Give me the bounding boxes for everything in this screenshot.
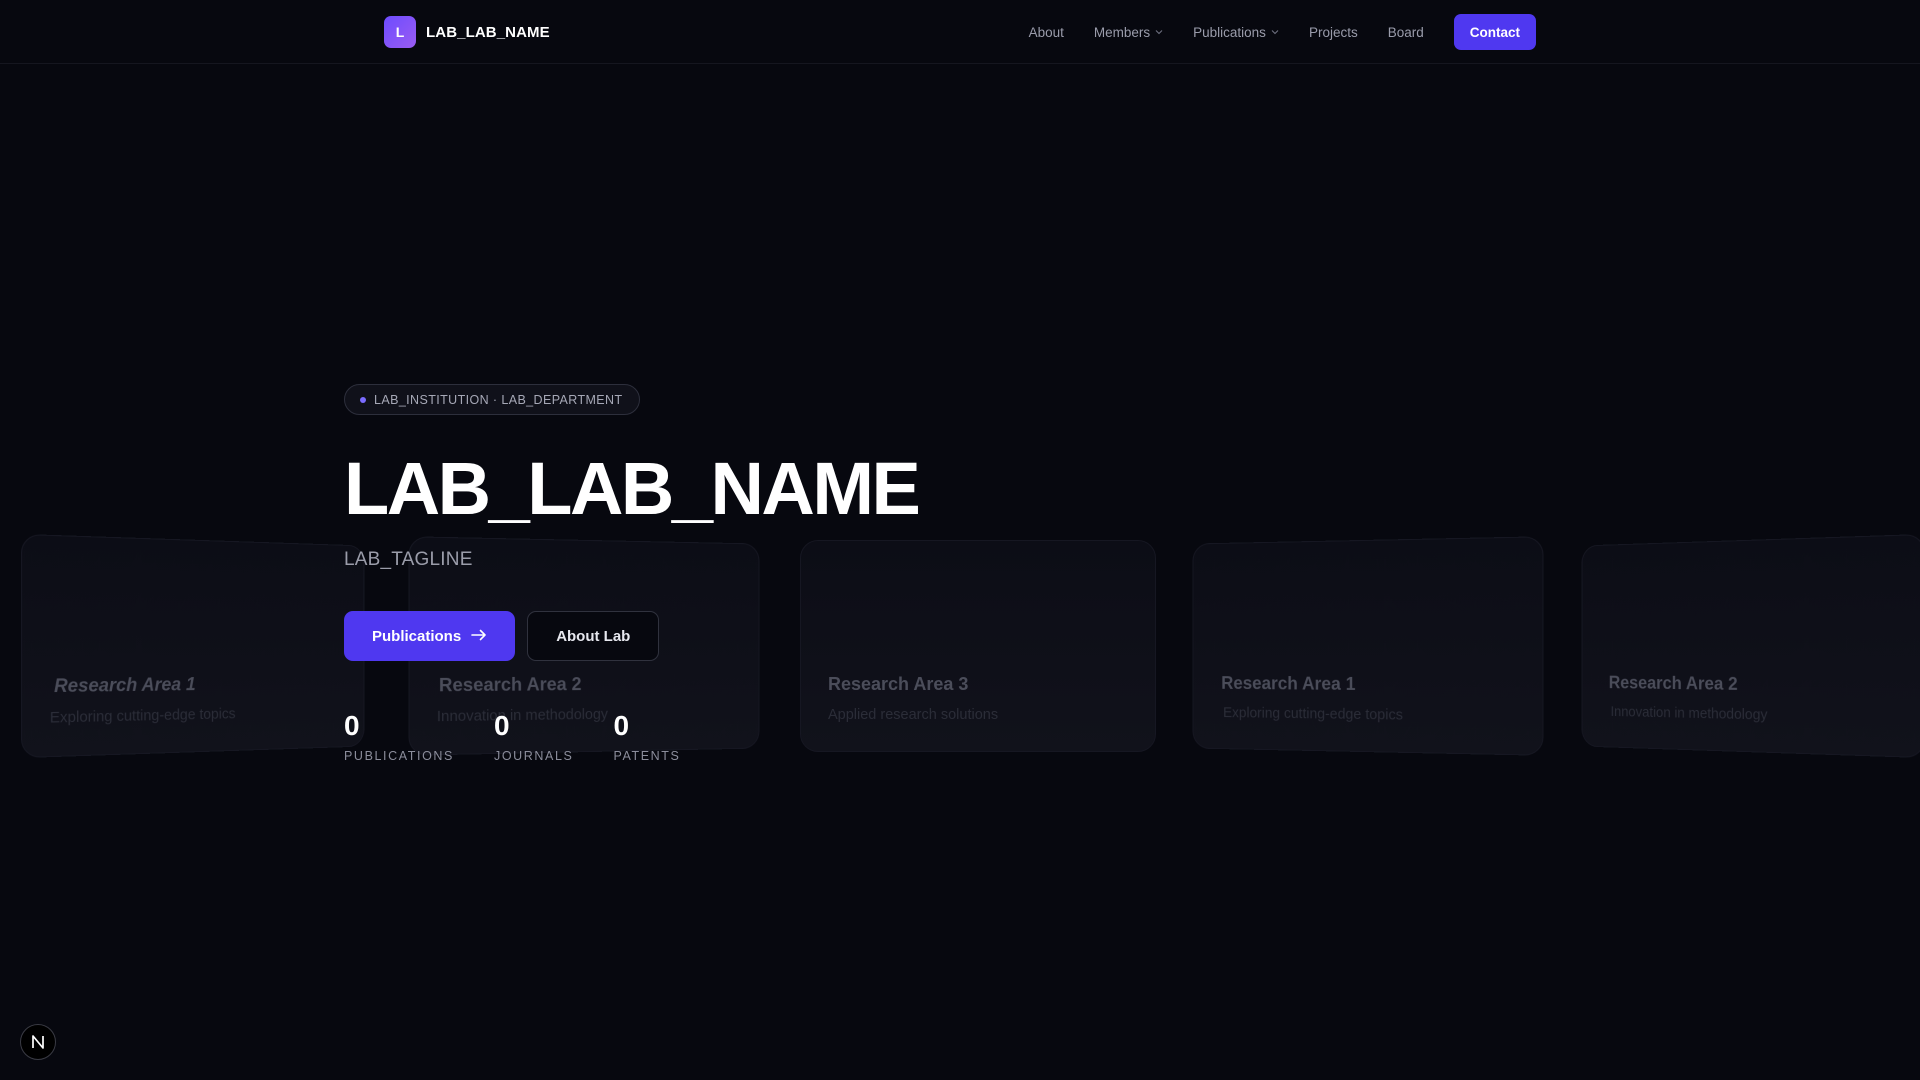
about-lab-button[interactable]: About Lab (527, 611, 660, 661)
nav-link-projects[interactable]: Projects (1309, 25, 1358, 40)
brand-logo-link[interactable]: L LAB_LAB_NAME (384, 16, 550, 48)
chevron-down-icon (1271, 28, 1279, 36)
stat-value: 0 (344, 710, 360, 741)
institution-label: LAB_INSTITUTION · LAB_DEPARTMENT (374, 392, 623, 407)
page-title: LAB_LAB_NAME (344, 447, 921, 530)
research-area-card[interactable]: Research Area 1 Exploring cutting-edge t… (21, 533, 365, 759)
chevron-down-icon (1155, 28, 1163, 36)
stat-patents: 0 PATENTS (613, 710, 681, 764)
card-title: Research Area 2 (1608, 672, 1738, 694)
publications-button-label: Publications (372, 627, 462, 645)
hero-actions: Publications About Lab (344, 611, 1244, 661)
nav-links: About Members Publications Projects Boar… (1029, 14, 1536, 50)
card-description: Innovation in methodology (1610, 704, 1768, 724)
hero-section: LAB_INSTITUTION · LAB_DEPARTMENT LAB_LAB… (344, 384, 1244, 763)
brand-mark: L (384, 16, 416, 48)
card-description: Exploring cutting-edge topics (1223, 705, 1403, 724)
top-navbar: L LAB_LAB_NAME About Members Publication… (0, 0, 1920, 64)
card-title: Research Area 1 (1221, 673, 1356, 694)
stats-row: 0 PUBLICATIONS 0 JOURNALS 0 PATENTS (344, 710, 1244, 764)
contact-button[interactable]: Contact (1453, 14, 1536, 50)
stat-label: PUBLICATIONS (344, 749, 454, 763)
nav-link-publications[interactable]: Publications (1193, 25, 1279, 40)
publications-button[interactable]: Publications (344, 611, 516, 661)
lab-tagline: LAB_TAGLINE (344, 549, 473, 570)
brand-name: LAB_LAB_NAME (426, 23, 550, 41)
card-description: Exploring cutting-edge topics (49, 706, 236, 727)
stat-label: JOURNALS (493, 749, 574, 763)
stat-journals: 0 JOURNALS (493, 710, 574, 764)
stat-value: 0 (613, 710, 630, 741)
institution-pill: LAB_INSTITUTION · LAB_DEPARTMENT (344, 384, 640, 415)
stat-value: 0 (493, 710, 510, 741)
stat-label: PATENTS (613, 749, 681, 763)
nav-link-board[interactable]: Board (1388, 25, 1424, 40)
nav-link-members-label: Members (1093, 24, 1151, 40)
n-logo-icon[interactable] (20, 1024, 56, 1060)
research-area-card[interactable]: Research Area 2 Innovation in methodolog… (1581, 533, 1920, 759)
status-dot-icon (360, 396, 366, 403)
arrow-right-icon (471, 628, 487, 645)
card-title: Research Area 1 (54, 674, 196, 697)
nav-link-publications-label: Publications (1193, 24, 1266, 40)
stat-publications: 0 PUBLICATIONS (344, 710, 454, 764)
nav-link-members[interactable]: Members (1094, 25, 1163, 40)
nav-link-about[interactable]: About (1029, 25, 1064, 40)
research-area-card[interactable]: Research Area 1 Exploring cutting-edge t… (1192, 536, 1544, 756)
